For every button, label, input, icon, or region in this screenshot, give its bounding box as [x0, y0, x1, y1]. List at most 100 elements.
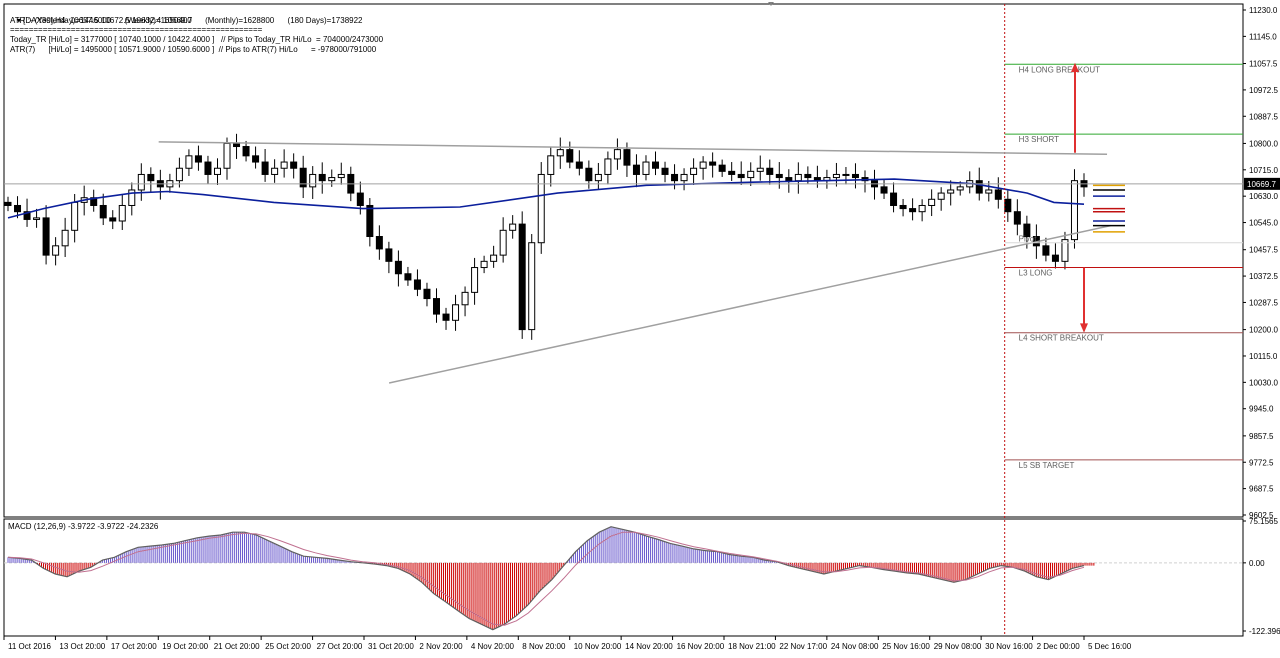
candle-body — [994, 189, 1002, 200]
candle-body — [518, 223, 526, 331]
x-tick-label: 2 Nov 20:00 — [419, 642, 463, 651]
candle-body — [956, 186, 964, 191]
y-tick-label: 9772.5 — [1249, 458, 1274, 467]
separator-line: ========================================… — [10, 25, 263, 34]
candle-body — [223, 142, 231, 169]
x-tick-label: 10 Nov 20:00 — [574, 642, 622, 651]
level-label: Pivot — [1019, 235, 1038, 244]
level-label: H3 SHORT — [1019, 135, 1059, 144]
x-tick-label: 19 Oct 20:00 — [162, 642, 208, 651]
candle-body — [975, 180, 983, 194]
y-tick-label: 10887.5 — [1249, 112, 1278, 121]
candle-body — [185, 155, 193, 169]
candle-body — [14, 204, 22, 213]
candle-body — [432, 298, 440, 315]
chart-canvas[interactable]: 11230.0 11145.0 11057.5 10972.5 10887.5 10800… — [0, 0, 1280, 656]
candle-body — [413, 279, 421, 290]
x-tick-label: 24 Nov 08:00 — [831, 642, 879, 651]
trading-chart[interactable]: 11230.0 11145.0 11057.5 10972.5 10887.5 10800… — [0, 0, 1280, 656]
x-tick-label: 21 Oct 20:00 — [214, 642, 260, 651]
candle-body — [52, 245, 60, 256]
candle-body — [366, 204, 374, 238]
candle-body — [213, 167, 221, 175]
candle-body — [947, 189, 955, 194]
y-tick-label: 10115.0 — [1249, 352, 1278, 361]
candle-body — [880, 186, 888, 194]
candle-body — [928, 198, 936, 206]
candle-body — [613, 149, 621, 160]
candle-body — [394, 260, 402, 275]
candle-body — [642, 161, 650, 175]
y-tick-label: 10545.0 — [1249, 219, 1278, 228]
candle-body — [290, 161, 298, 169]
today-tr-line: Today_TR [Hi/Lo] = 3177000 [ 10740.1000 … — [10, 35, 384, 44]
candle-body — [728, 170, 736, 175]
x-tick-label: 11 Oct 2016 — [8, 642, 52, 651]
candle-body — [423, 288, 431, 300]
candle-body — [566, 149, 574, 163]
candle-body — [537, 173, 545, 244]
candle-body — [775, 173, 783, 179]
y-tick-label: 10287.5 — [1249, 298, 1278, 307]
trendline[interactable] — [158, 141, 1108, 156]
candle-body — [471, 267, 479, 293]
candle-body — [4, 201, 12, 206]
candle-body — [585, 167, 593, 182]
trendline[interactable] — [388, 224, 1111, 384]
x-tick-label: 31 Oct 20:00 — [368, 642, 414, 651]
candle-body — [480, 260, 488, 269]
candle-body — [71, 201, 79, 231]
candle-body — [337, 173, 345, 179]
y-tick-label: 9945.0 — [1249, 405, 1274, 414]
candle-body — [252, 155, 260, 163]
x-tick-label: 4 Nov 20:00 — [471, 642, 515, 651]
candle-body — [452, 304, 460, 321]
candle-body — [375, 236, 383, 250]
y-tick-label: 9857.5 — [1249, 432, 1274, 441]
candle-body — [747, 170, 755, 179]
candle-body — [718, 164, 726, 172]
x-tick-label: 5 Dec 16:00 — [1088, 642, 1132, 651]
current-price-label: 10669.7 — [1247, 180, 1276, 189]
candle-body — [137, 173, 145, 191]
x-tick-label: 14 Nov 20:00 — [625, 642, 673, 651]
macd-title: MACD (12,26,9) -3.9722 -3.9722 -24.2326 — [8, 522, 159, 531]
macd-y-tick-label: 0.00 — [1249, 559, 1265, 568]
x-tick-label: 25 Nov 16:00 — [882, 642, 930, 651]
macd-y-tick-label: -122.3966 — [1249, 627, 1280, 636]
candle-body — [261, 161, 269, 175]
candle-body — [690, 167, 698, 175]
x-tick-label: 2 Dec 00:00 — [1037, 642, 1081, 651]
level-label: L4 SHORT BREAKOUT — [1019, 334, 1104, 343]
x-tick-label: 22 Nov 17:00 — [779, 642, 827, 651]
candle-body — [851, 173, 859, 179]
y-tick-label: 9687.5 — [1249, 485, 1274, 494]
candle-body — [899, 204, 907, 210]
candle-body — [109, 217, 117, 222]
candle-body — [461, 291, 469, 306]
y-tick-label: 10372.5 — [1249, 272, 1278, 281]
atr7-line: ATR(7) [Hi/Lo] = 1495000 [ 10571.9000 / … — [10, 45, 377, 54]
candle-body — [842, 173, 850, 176]
candle-body — [985, 189, 993, 194]
level-label: L5 SB TARGET — [1019, 461, 1075, 470]
y-tick-label: 11230.0 — [1249, 6, 1278, 15]
candle-body — [661, 167, 669, 175]
candle-body — [918, 204, 926, 213]
candle-body — [632, 164, 640, 175]
candle-body — [547, 155, 555, 175]
candle-body — [528, 242, 536, 331]
x-tick-label: 29 Nov 08:00 — [934, 642, 982, 651]
candle-body — [794, 173, 802, 182]
macd-panel-frame — [3, 518, 1244, 637]
candle-body — [556, 149, 564, 157]
candle-body — [318, 173, 326, 182]
candle-body — [175, 167, 183, 182]
candle-body — [937, 192, 945, 200]
candle-body — [604, 158, 612, 175]
candle-body — [118, 204, 126, 222]
y-tick-label: 10715.0 — [1249, 166, 1278, 175]
y-tick-label: 10030.0 — [1249, 378, 1278, 387]
candle-body — [442, 313, 450, 321]
y-tick-label: 10200.0 — [1249, 326, 1278, 335]
